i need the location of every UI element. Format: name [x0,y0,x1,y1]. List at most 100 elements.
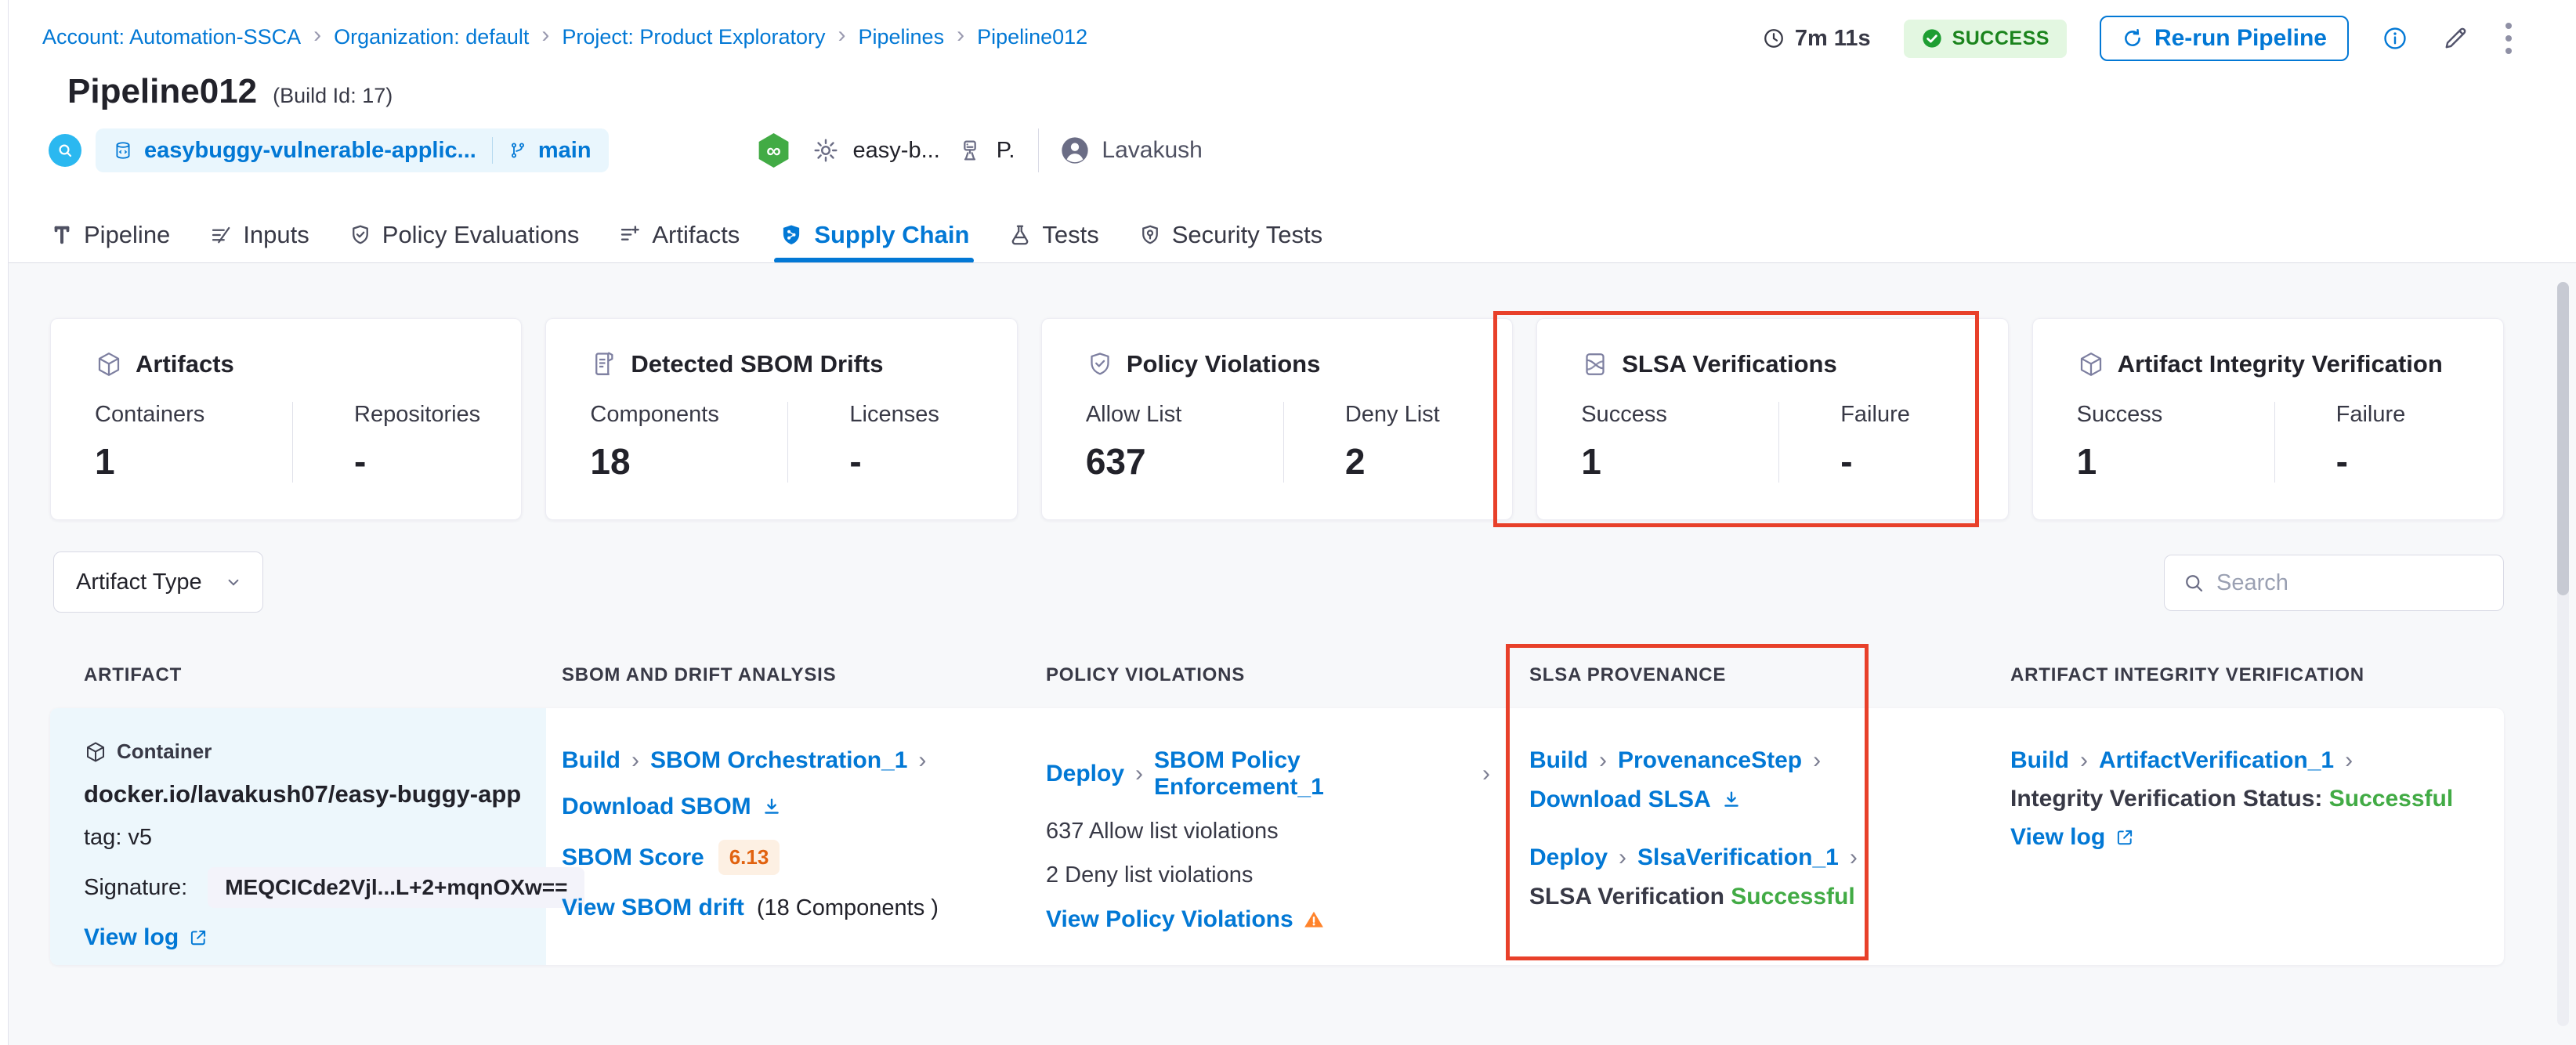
refresh-icon [2122,27,2144,49]
tab-label: Pipeline [84,221,171,248]
branch-name: main [537,137,592,163]
repo-branch-pill[interactable]: easybuggy-vulnerable-applic... main [96,128,609,172]
artifact-image-name: docker.io/lavakush07/easy-buggy-app [84,780,522,808]
download-sbom-link[interactable]: Download SBOM [562,794,783,820]
integrity-status-label: Integrity Verification Status: [2010,786,2323,812]
step-link-artifact-verification[interactable]: ArtifactVerification_1 [2099,747,2334,774]
download-slsa-link[interactable]: Download SLSA [1529,786,1742,813]
view-log-link[interactable]: View log [84,924,208,951]
sbom-score-label: SBOM Score [562,844,704,870]
stage-link-build[interactable]: Build [1529,747,1588,774]
execution-meta-row: easybuggy-vulnerable-applic... main ∞ ea… [49,128,1203,172]
chevron-right-icon: › [1599,747,1607,773]
stat-value: - [2335,441,2348,482]
chevron-down-icon [223,572,244,592]
column-header-slsa: SLSA PROVENANCE [1529,664,1727,685]
step-link-sbom-policy-enforcement[interactable]: SBOM Policy Enforcement_1 [1154,747,1471,801]
avatar-icon [1059,135,1091,166]
breadcrumb-account[interactable]: Account: Automation-SSCA [42,25,301,49]
tab-policy-evaluations[interactable]: Policy Evaluations [349,208,579,262]
artifact-integrity-cell: Build › ArtifactVerification_1 › Integri… [1995,708,2504,965]
slsa-provenance-cell: Build › ProvenanceStep › Download SLSA D… [1514,708,1995,965]
breadcrumb-project[interactable]: Project: Product Exploratory [562,25,825,49]
stage-link-build[interactable]: Build [2010,747,2069,774]
stat-label: Failure [2335,402,2406,427]
card-slsa-verifications: SLSA Verifications Success 1 Failure - [1536,318,2009,520]
view-sbom-drift-link[interactable]: View SBOM drift [562,895,744,921]
artifact-table-header: ARTIFACT SBOM AND DRIFT ANALYSIS POLICY … [50,664,2504,686]
breadcrumb-pipeline012[interactable]: Pipeline012 [977,25,1087,49]
execution-tabs: Pipeline Inputs Policy Evaluations Artif… [50,208,1322,263]
download-sbom-label: Download SBOM [562,794,751,819]
cube-icon [2077,350,2105,378]
column-header-policy: POLICY VIOLATIONS [1046,664,1246,685]
tab-inputs[interactable]: Inputs [209,208,309,262]
scrollbar-thumb[interactable] [2557,282,2569,595]
more-options-kebab-icon[interactable] [2502,20,2515,57]
chevron-right-icon: › [631,747,639,773]
search-input[interactable] [2216,570,2512,596]
rerun-pipeline-button[interactable]: Re-run Pipeline [2099,16,2349,61]
meta-divider [1038,128,1040,172]
external-link-icon [188,927,208,948]
trigger-user-abbrev: P. [996,137,1015,163]
repo-name: easybuggy-vulnerable-applic... [144,137,476,163]
sbom-score-link[interactable]: SBOM Score [562,844,704,871]
header-actions: 7m 11s SUCCESS Re-run Pipeline [1762,11,2515,66]
chevron-right-icon: › [313,22,322,48]
cube-icon [95,350,123,378]
shield-check-icon [1086,350,1114,378]
column-header-artifact: ARTIFACT [84,664,183,685]
stat-value: 2 [1344,441,1366,482]
breadcrumb-pipelines[interactable]: Pipelines [859,25,945,49]
step-link-provenance[interactable]: ProvenanceStep [1618,747,1802,774]
trigger-pipeline-name[interactable]: easy-b... [853,138,940,164]
stat-value: - [849,441,862,482]
list-plus-icon [618,223,642,247]
stage-link-build[interactable]: Build [562,747,620,774]
shield-scan-icon [1138,223,1162,247]
step-link-sbom-orchestration[interactable]: SBOM Orchestration_1 [650,747,907,774]
tab-supply-chain[interactable]: Supply Chain [774,208,975,263]
stat-label: Repositories [354,402,481,427]
tab-tests[interactable]: Tests [1008,208,1099,262]
artifact-type-badge: Container [117,739,212,763]
shield-check-icon [349,223,372,247]
view-log-link[interactable]: View log [2010,824,2135,851]
chevron-right-icon: › [1849,844,1858,870]
view-sbom-drift-label: View SBOM drift [562,895,744,920]
stage-link-deploy[interactable]: Deploy [1046,761,1124,787]
pill-divider [491,137,493,164]
page-title-row: Pipeline012 (Build Id: 17) [67,72,393,111]
artifact-type-dropdown[interactable]: Artifact Type [53,551,263,613]
breadcrumb-organization[interactable]: Organization: default [334,25,529,49]
clock-icon [1762,27,1785,50]
cube-icon [84,740,107,764]
signature-value[interactable]: MEQCICde2Vjl...L+2+mqnOXw== [208,867,585,908]
stage-link-deploy[interactable]: Deploy [1529,844,1608,871]
step-link-slsa-verification[interactable]: SlsaVerification_1 [1637,844,1839,871]
tab-security-tests[interactable]: Security Tests [1138,208,1322,262]
tab-label: Inputs [243,221,309,248]
integrity-status-value: Successful [2328,786,2454,812]
repository-icon [113,140,133,161]
chevron-right-icon: › [957,22,965,48]
vertical-scrollbar[interactable] [2557,282,2569,1026]
tab-label: Artifacts [652,221,740,248]
tab-label: Tests [1042,221,1099,248]
card-title: Policy Violations [1126,350,1321,378]
edit-pencil-icon[interactable] [2441,24,2469,52]
stat-label: Success [1581,402,1667,427]
stat-value: - [1840,441,1853,482]
artifact-tag: tag: v5 [84,825,153,850]
tab-pipeline[interactable]: Pipeline [50,208,170,262]
info-icon[interactable] [2382,25,2408,52]
gear-icon [812,137,839,164]
view-policy-violations-label: View Policy Violations [1046,906,1293,932]
allow-list-violations: 637 Allow list violations [1046,819,1279,844]
tab-artifacts[interactable]: Artifacts [618,208,740,262]
git-branch-icon [508,141,527,160]
view-policy-violations-link[interactable]: View Policy Violations [1046,906,1325,933]
artifact-table-row: Container docker.io/lavakush07/easy-bugg… [50,708,2504,965]
sbom-document-icon [590,350,618,378]
